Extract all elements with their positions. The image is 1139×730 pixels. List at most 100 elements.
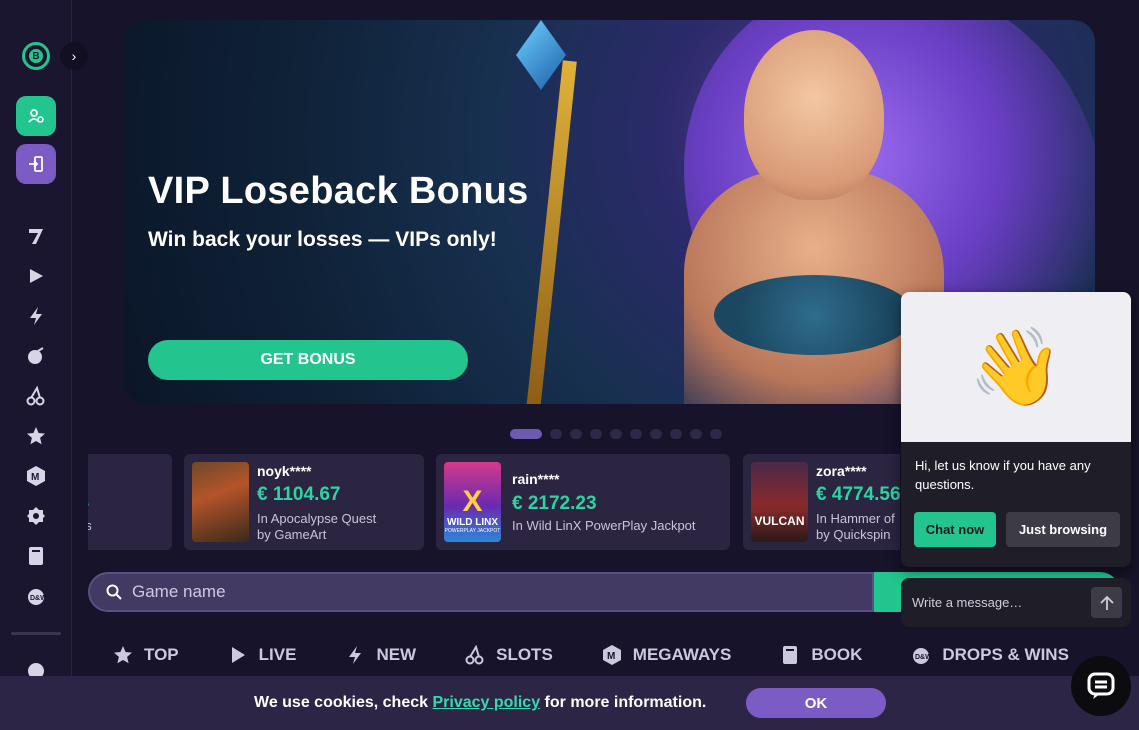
banner-art-gem bbox=[516, 20, 566, 90]
fruit-icon[interactable] bbox=[24, 344, 48, 368]
user-add-icon bbox=[28, 109, 44, 123]
chat-message: Hi, let us know if you have any question… bbox=[915, 458, 1091, 492]
carousel-dot[interactable] bbox=[690, 429, 702, 439]
carousel-dot[interactable] bbox=[510, 429, 542, 439]
carousel-dot[interactable] bbox=[550, 429, 562, 439]
sidebar: B › M D&W bbox=[0, 0, 88, 730]
arrow-up-icon bbox=[1099, 595, 1114, 610]
privacy-policy-link[interactable]: Privacy policy bbox=[432, 694, 540, 711]
category-tabs: TOP LIVE NEW SLOTS M MEGAWAYS BOOK D&W D… bbox=[112, 640, 1117, 670]
tab-slots[interactable]: SLOTS bbox=[464, 640, 553, 670]
send-button[interactable] bbox=[1091, 587, 1122, 618]
lightning-icon[interactable] bbox=[24, 304, 48, 328]
tab-label: NEW bbox=[376, 645, 417, 664]
winner-game: In Hammer of by Quickspin bbox=[816, 511, 895, 542]
lightning-icon bbox=[344, 644, 366, 666]
winner-amount: 4 bbox=[88, 492, 89, 514]
tab-label: LIVE bbox=[258, 645, 297, 664]
winner-name: noyk**** bbox=[257, 463, 312, 479]
register-button[interactable] bbox=[16, 96, 56, 136]
carousel-dot[interactable] bbox=[590, 429, 602, 439]
tab-book[interactable]: BOOK bbox=[779, 640, 862, 670]
game-search bbox=[88, 572, 874, 612]
carousel-dot[interactable] bbox=[630, 429, 642, 439]
chat-now-button[interactable]: Chat now bbox=[914, 512, 996, 547]
winner-name: rain**** bbox=[512, 471, 560, 487]
star-icon bbox=[112, 644, 134, 666]
tab-label: TOP bbox=[144, 645, 179, 664]
winner-card[interactable]: X WILD LINX POWERPLAY JACKPOT rain**** €… bbox=[436, 454, 730, 550]
banner-art-staff bbox=[525, 60, 577, 404]
winner-card[interactable]: VULCAN zora**** € 4774.56 In Hammer of by… bbox=[743, 454, 900, 550]
megaways-icon[interactable]: M bbox=[24, 464, 48, 488]
tab-label: MEGAWAYS bbox=[632, 645, 732, 664]
tab-label: BOOK bbox=[811, 645, 863, 664]
carousel-dot[interactable] bbox=[610, 429, 622, 439]
winner-amount: € 1104.67 bbox=[257, 484, 341, 505]
tab-label: SLOTS bbox=[496, 645, 553, 664]
svg-text:M: M bbox=[607, 651, 615, 662]
thumb-title: VULCAN bbox=[754, 514, 805, 528]
carousel-dots bbox=[510, 429, 722, 439]
logo-letter: B bbox=[29, 49, 43, 63]
carousel-dot[interactable] bbox=[670, 429, 682, 439]
megaways-icon: M bbox=[601, 644, 623, 666]
get-bonus-button[interactable]: GET BONUS bbox=[148, 340, 468, 380]
chat-launcher-button[interactable] bbox=[1071, 656, 1131, 716]
svg-text:M: M bbox=[31, 472, 39, 483]
sidebar-divider bbox=[11, 632, 61, 635]
book-icon[interactable] bbox=[24, 544, 48, 568]
winner-amount: € 2172.23 bbox=[512, 493, 597, 514]
winner-amount: € 4774.56 bbox=[816, 484, 900, 505]
seven-icon[interactable] bbox=[24, 224, 48, 248]
winner-game: In Wild LinX PowerPlay Jackpot bbox=[512, 518, 696, 533]
chat-icon bbox=[1087, 672, 1115, 699]
svg-text:D&W: D&W bbox=[30, 595, 47, 602]
carousel-dot[interactable] bbox=[650, 429, 662, 439]
play-icon[interactable] bbox=[24, 264, 48, 288]
gear-badge-icon[interactable] bbox=[24, 504, 48, 528]
search-icon bbox=[106, 584, 122, 600]
cookie-text: We use cookies, check Privacy policy for… bbox=[254, 694, 707, 711]
login-button[interactable] bbox=[16, 144, 56, 184]
banner-title: VIP Loseback Bonus bbox=[148, 170, 529, 212]
cookie-ok-button[interactable]: OK bbox=[746, 688, 886, 718]
star-icon[interactable] bbox=[24, 424, 48, 448]
drops-wins-icon[interactable]: D&W bbox=[24, 584, 48, 608]
tab-drops-wins[interactable]: D&W DROPS & WINS bbox=[910, 640, 1069, 670]
tab-megaways[interactable]: M MEGAWAYS bbox=[601, 640, 732, 670]
tab-new[interactable]: NEW bbox=[344, 640, 416, 670]
game-thumbnail: X WILD LINX POWERPLAY JACKPOT bbox=[444, 462, 501, 542]
tab-top[interactable]: TOP bbox=[112, 640, 179, 670]
cherry-icon[interactable] bbox=[24, 384, 48, 408]
search-input[interactable] bbox=[132, 582, 732, 602]
tab-live[interactable]: LIVE bbox=[227, 640, 297, 670]
waving-hand-icon: 👋 bbox=[901, 292, 1131, 442]
game-thumbnail bbox=[192, 462, 249, 542]
banner-art-face bbox=[744, 30, 884, 200]
tab-label: DROPS & WINS bbox=[942, 645, 1069, 664]
chat-message-input[interactable] bbox=[912, 595, 1082, 610]
just-browsing-button[interactable]: Just browsing bbox=[1006, 512, 1120, 547]
play-icon bbox=[227, 644, 249, 666]
winner-game: ds bbox=[88, 518, 92, 533]
cherry-icon bbox=[464, 644, 486, 666]
winner-game: In Apocalypse Quest by GameArt bbox=[257, 511, 377, 542]
drops-wins-icon: D&W bbox=[910, 644, 932, 666]
chat-popup: 👋 Hi, let us know if you have any questi… bbox=[901, 292, 1131, 567]
winner-name: zora**** bbox=[816, 463, 867, 479]
cookie-banner: We use cookies, check Privacy policy for… bbox=[0, 676, 1139, 730]
logo[interactable]: B bbox=[22, 42, 50, 70]
sidebar-expand-button[interactable]: › bbox=[60, 42, 88, 70]
svg-text:D&W: D&W bbox=[915, 654, 932, 661]
carousel-dot[interactable] bbox=[710, 429, 722, 439]
winner-card[interactable]: noyk**** € 1104.67 In Apocalypse Quest by… bbox=[184, 454, 424, 550]
x-logo: X bbox=[462, 485, 483, 518]
thumb-subtitle: POWERPLAY JACKPOT bbox=[444, 528, 501, 534]
winner-card[interactable]: 4 ds bbox=[88, 454, 172, 550]
banner-subtitle: Win back your losses — VIPs only! bbox=[148, 228, 497, 251]
carousel-dot[interactable] bbox=[570, 429, 582, 439]
recent-winners: 4 ds noyk**** € 1104.67 In Apocalypse Qu… bbox=[88, 454, 900, 550]
game-thumbnail: VULCAN bbox=[751, 462, 808, 542]
book-icon bbox=[779, 644, 801, 666]
